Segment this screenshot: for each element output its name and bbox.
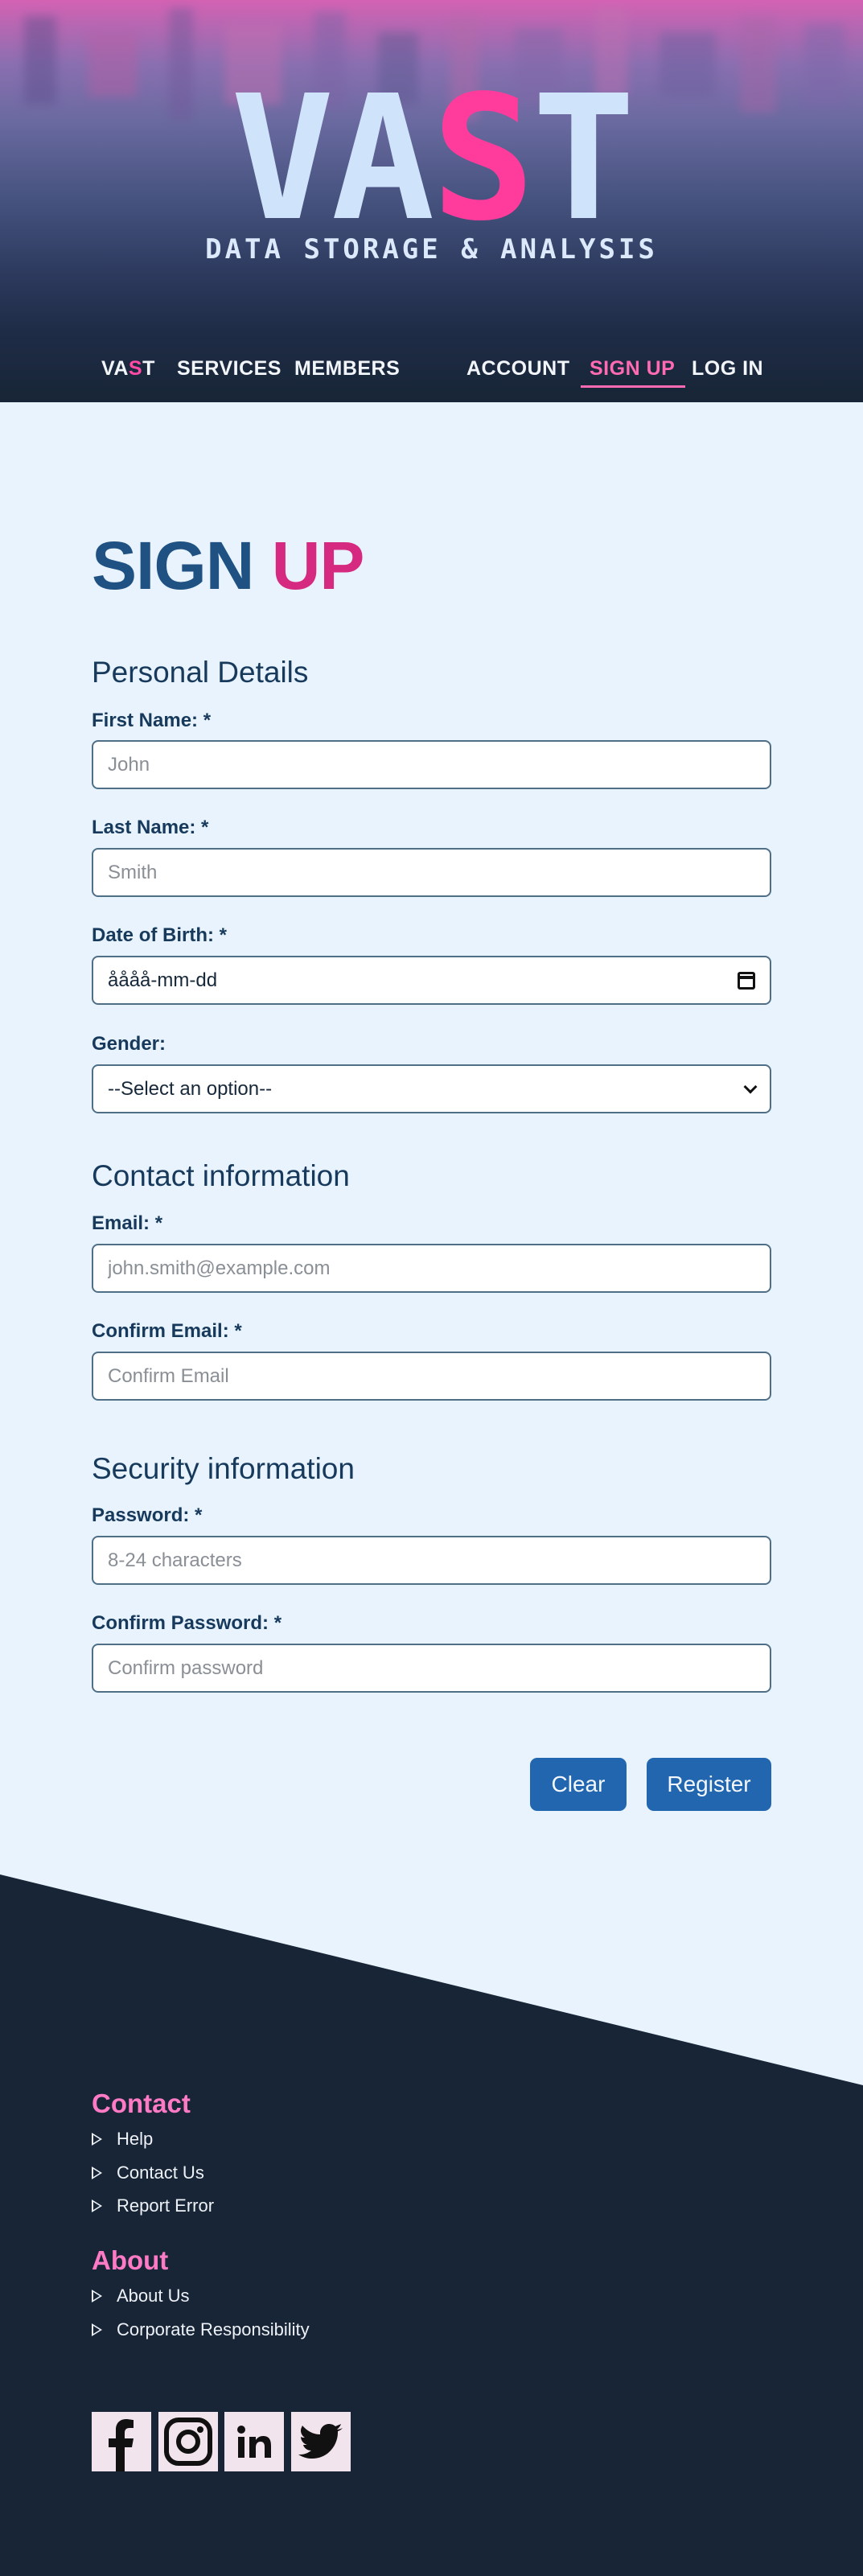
chevron-down-icon xyxy=(743,1080,758,1093)
linkedin-icon[interactable] xyxy=(224,2412,284,2471)
password-label: Password: * xyxy=(92,1504,203,1526)
triangle-right-icon xyxy=(92,2133,102,2146)
triangle-right-icon xyxy=(92,2167,102,2179)
twitter-icon[interactable] xyxy=(291,2412,351,2471)
personal-details-heading: Personal Details xyxy=(92,656,309,689)
confirm-email-label: Confirm Email: * xyxy=(92,1320,242,1342)
confirm-email-input[interactable] xyxy=(92,1352,771,1401)
last-name-label: Last Name: * xyxy=(92,817,209,838)
security-info-heading: Security information xyxy=(92,1452,355,1485)
footer-link-report-error[interactable]: Report Error xyxy=(92,2194,214,2218)
confirm-password-label: Confirm Password: * xyxy=(92,1612,282,1634)
email-input[interactable] xyxy=(92,1244,771,1293)
footer-contact-heading: Contact xyxy=(92,2088,191,2118)
hero-tagline: DATA STORAGE & ANALYSIS xyxy=(205,233,658,265)
footer-link-contact-us[interactable]: Contact Us xyxy=(92,2161,204,2185)
triangle-right-icon xyxy=(92,2199,102,2212)
calendar-icon[interactable] xyxy=(738,971,755,990)
register-button[interactable]: Register xyxy=(647,1758,771,1811)
gender-label: Gender: xyxy=(92,1033,166,1055)
footer-about-heading: About xyxy=(92,2245,169,2275)
clear-button[interactable]: Clear xyxy=(530,1758,627,1811)
gender-selected-value: --Select an option-- xyxy=(108,1077,273,1100)
dob-value: åååå-mm-dd xyxy=(108,969,218,991)
confirm-password-input[interactable] xyxy=(92,1644,771,1693)
nav-account[interactable]: ACCOUNT xyxy=(466,357,570,381)
instagram-icon[interactable] xyxy=(158,2412,218,2471)
page-title: SIGN UP xyxy=(92,528,364,603)
footer-link-corporate-responsibility[interactable]: Corporate Responsibility xyxy=(92,2318,310,2342)
nav-login[interactable]: LOG IN xyxy=(692,357,763,381)
dob-label: Date of Birth: * xyxy=(92,924,227,946)
facebook-icon[interactable] xyxy=(92,2412,151,2471)
nav-services[interactable]: SERVICES xyxy=(177,357,282,381)
dob-input[interactable]: åååå-mm-dd xyxy=(92,956,771,1005)
hero-banner: VAST DATA STORAGE & ANALYSIS VAST SERVIC… xyxy=(0,0,863,402)
first-name-label: First Name: * xyxy=(92,710,212,731)
first-name-input[interactable] xyxy=(92,740,771,789)
main-nav: VAST SERVICES MEMBERS ACCOUNT SIGN UP LO… xyxy=(0,346,863,394)
triangle-right-icon xyxy=(92,2323,102,2336)
last-name-input[interactable] xyxy=(92,848,771,897)
gender-select[interactable]: --Select an option-- xyxy=(92,1064,771,1113)
hero-logo: VAST xyxy=(230,59,635,259)
triangle-right-icon xyxy=(92,2290,102,2302)
nav-signup[interactable]: SIGN UP xyxy=(581,357,686,388)
nav-members[interactable]: MEMBERS xyxy=(294,357,400,381)
nav-home-logo[interactable]: VAST xyxy=(101,357,155,381)
contact-info-heading: Contact information xyxy=(92,1159,350,1192)
footer-link-about-us[interactable]: About Us xyxy=(92,2284,190,2308)
password-input[interactable] xyxy=(92,1536,771,1585)
footer-link-help[interactable]: Help xyxy=(92,2127,153,2151)
email-label: Email: * xyxy=(92,1212,163,1234)
